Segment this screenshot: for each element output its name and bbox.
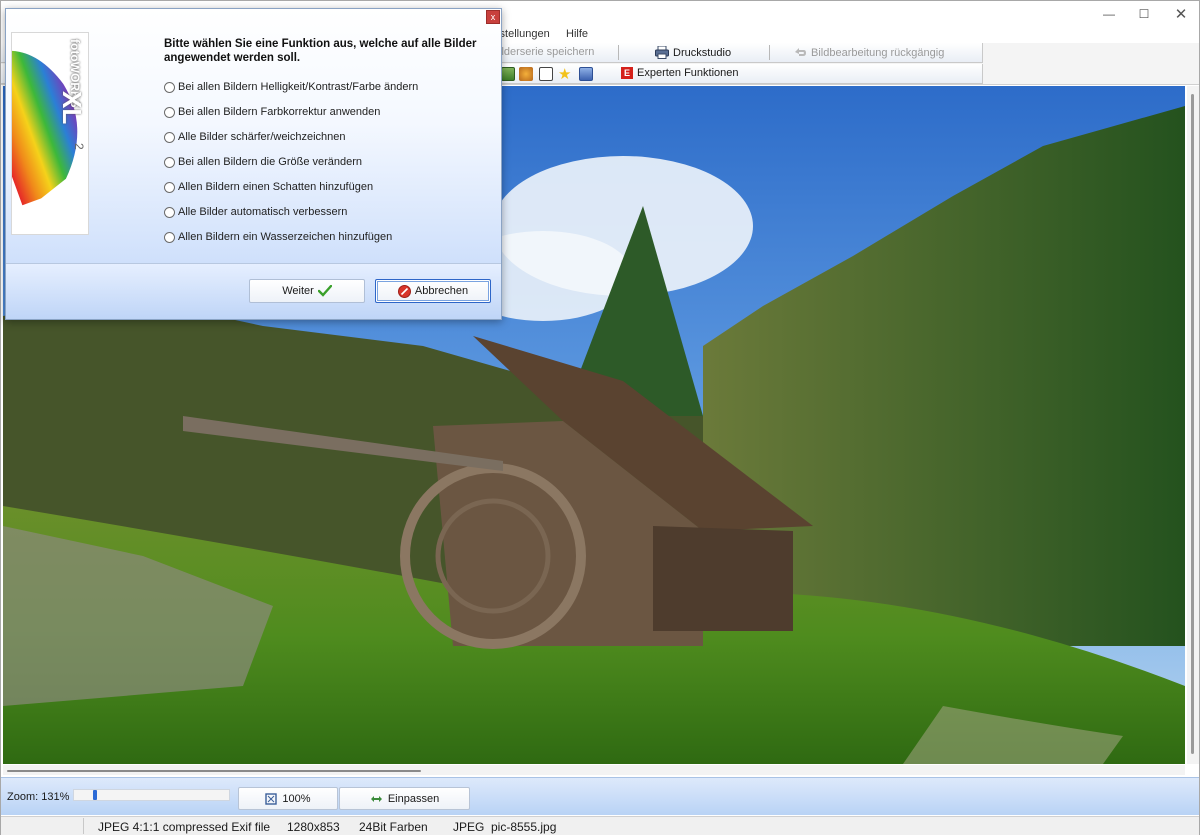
print-studio-label: Druckstudio (673, 46, 732, 59)
undo-icon (795, 48, 806, 56)
option-resize[interactable]: Bei allen Bildern die Größe verändern (164, 156, 362, 168)
dialog-heading: Bitte wählen Sie eine Funktion aus, welc… (164, 38, 477, 64)
option-label: Bei allen Bildern die Größe verändern (178, 156, 363, 168)
fit-label: Einpassen (387, 792, 440, 805)
expert-functions-label: Experten Funktionen (637, 67, 739, 79)
option-sharpen-blur[interactable]: Alle Bilder schärfer/weichzeichnen (164, 131, 346, 143)
option-auto-enhance[interactable]: Alle Bilder automatisch verbessern (164, 206, 347, 218)
option-brightness[interactable]: Bei allen Bildern Helligkeit/Kontrast/Fa… (164, 81, 418, 93)
vertical-scrollbar[interactable] (1187, 86, 1199, 764)
status-bar: JPEG 4:1:1 compressed Exif file 1280x853… (1, 816, 1199, 835)
zoom-100-label: 100% (282, 792, 311, 805)
next-label: Weiter (282, 285, 314, 297)
cancel-button[interactable]: Abbrechen (375, 279, 491, 303)
fit-icon (370, 795, 382, 802)
option-label: Bei allen Bildern Helligkeit/Kontrast/Fa… (178, 81, 419, 93)
radio-button[interactable] (164, 181, 175, 193)
maximize-icon[interactable]: ☐ (1124, 1, 1164, 27)
cancel-icon (397, 284, 411, 298)
cancel-label: Abbrechen (414, 285, 469, 297)
expert-icon: E (621, 67, 633, 79)
option-color-correction[interactable]: Bei allen Bildern Farbkorrektur anwenden (164, 106, 380, 118)
radio-button[interactable] (164, 231, 175, 243)
toolbar-divider (769, 45, 770, 60)
horizontal-scrollbar[interactable] (3, 765, 1185, 775)
option-label: Allen Bildern einen Schatten hinzufügen (178, 181, 374, 193)
minimize-icon[interactable]: — (1089, 1, 1129, 27)
fit-button[interactable]: Einpassen (339, 787, 470, 810)
zoom-bar: Zoom: 131% 100% Einpassen (1, 777, 1199, 815)
undo-edit-button[interactable]: Bildbearbeitung rückgängig (793, 46, 944, 59)
status-divider (83, 818, 84, 834)
print-studio-button[interactable]: Druckstudio (655, 46, 731, 59)
image-icon[interactable] (501, 67, 515, 81)
undo-edit-label: Bildbearbeitung rückgängig (811, 46, 945, 59)
expert-functions-button[interactable]: E Experten Funktionen (621, 67, 739, 79)
zoom-slider[interactable] (73, 789, 230, 801)
radio-button[interactable] (164, 156, 175, 168)
status-dimensions: 1280x853 (287, 820, 340, 834)
radio-button[interactable] (164, 131, 175, 143)
radio-button[interactable] (164, 206, 175, 218)
dialog-close-button[interactable]: x (486, 10, 500, 24)
batch-function-dialog: x fotoWORKS XL 2 Bitte wählen Sie eine F… (5, 8, 502, 320)
logo-version: 2 (72, 143, 86, 150)
actual-size-icon (265, 792, 278, 805)
option-label: Alle Bilder automatisch verbessern (178, 206, 348, 218)
menu-item-help[interactable]: Hilfe (566, 28, 588, 40)
printer-icon (655, 46, 669, 59)
zoom-label: Zoom: 131% (7, 791, 70, 803)
status-format: JPEG 4:1:1 compressed Exif file (98, 820, 271, 834)
save-series-label: ilderserie speichern (499, 46, 595, 58)
star-icon[interactable]: ★ (558, 65, 571, 83)
save-series-button[interactable]: ilderserie speichern (499, 46, 594, 58)
option-label: Bei allen Bildern Farbkorrektur anwenden (178, 106, 381, 118)
status-filename: pic-8555.jpg (491, 820, 557, 834)
next-button[interactable]: Weiter (249, 279, 365, 303)
option-label: Allen Bildern ein Wasserzeichen hinzufüg… (178, 231, 393, 243)
close-icon[interactable]: ✕ (1161, 1, 1200, 27)
fotoworks-logo: fotoWORKS XL 2 (11, 32, 89, 235)
toolbar-divider (618, 45, 619, 60)
vertical-scroll-thumb[interactable] (1191, 94, 1194, 754)
status-colors: 24Bit Farben (359, 820, 428, 834)
horizontal-scroll-thumb[interactable] (7, 770, 421, 772)
document-icon[interactable] (539, 67, 553, 81)
option-shadow[interactable]: Allen Bildern einen Schatten hinzufügen (164, 181, 373, 193)
checkmark-icon (317, 285, 332, 297)
batch-icon[interactable] (579, 67, 593, 81)
option-label: Alle Bilder schärfer/weichzeichnen (178, 131, 346, 143)
zoom-100-button[interactable]: 100% (238, 787, 338, 810)
status-type: JPEG (453, 820, 485, 834)
zoom-slider-knob[interactable] (93, 790, 97, 800)
effects-icon[interactable] (519, 67, 533, 81)
logo-xl-mark: XL (57, 91, 87, 125)
radio-button[interactable] (164, 106, 175, 118)
option-watermark[interactable]: Allen Bildern ein Wasserzeichen hinzufüg… (164, 231, 392, 243)
radio-button[interactable] (164, 81, 175, 93)
